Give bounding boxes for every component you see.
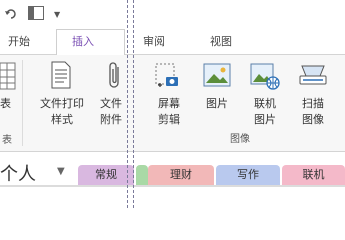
images-group-label: 图像 xyxy=(230,134,250,145)
table-button-label[interactable]: 表 xyxy=(0,96,11,111)
notebook-name[interactable]: 个人 xyxy=(0,160,36,186)
section-tab-online[interactable]: 联机 xyxy=(282,165,345,185)
online-picture-label-1[interactable]: 联机 xyxy=(248,96,282,111)
group-separator xyxy=(22,60,23,146)
divider-guide xyxy=(133,0,134,208)
scan-label-1[interactable]: 扫描 xyxy=(296,96,330,111)
screen-clipping-label-2[interactable]: 剪辑 xyxy=(152,112,186,127)
table-group-label: 表 xyxy=(2,135,12,146)
screen-clipping-label-1[interactable]: 屏幕 xyxy=(152,96,186,111)
section-underline xyxy=(0,185,345,187)
picture-label[interactable]: 图片 xyxy=(202,96,232,111)
ribbon-tab-row xyxy=(0,30,345,55)
section-tab-hidden[interactable] xyxy=(136,165,148,185)
online-picture-label-2[interactable]: 图片 xyxy=(248,112,282,127)
picture-icon[interactable] xyxy=(203,62,231,88)
undo-icon[interactable] xyxy=(4,6,18,20)
paperclip-icon[interactable] xyxy=(108,61,124,89)
customize-qat-icon[interactable]: ▼ xyxy=(54,10,60,19)
tab-home[interactable]: 开始 xyxy=(8,34,30,50)
scanner-icon[interactable] xyxy=(298,62,328,88)
section-tab-finance[interactable]: 理财 xyxy=(148,165,214,185)
table-icon[interactable] xyxy=(0,62,16,90)
divider-guide xyxy=(127,0,128,208)
file-attach-label-1[interactable]: 文件 xyxy=(100,96,130,111)
file-printout-icon[interactable] xyxy=(50,61,72,89)
file-printout-label-2[interactable]: 样式 xyxy=(34,112,90,127)
section-tab-writing[interactable]: 写作 xyxy=(216,165,280,185)
file-attach-label-2[interactable]: 附件 xyxy=(100,112,130,127)
online-picture-icon[interactable] xyxy=(250,62,280,90)
tab-review[interactable]: 审阅 xyxy=(143,34,165,50)
section-tab-general[interactable]: 常规 xyxy=(78,165,134,185)
screen-clipping-icon[interactable] xyxy=(154,61,180,89)
tab-view[interactable]: 视图 xyxy=(210,34,232,50)
dock-icon[interactable] xyxy=(28,6,44,20)
notebook-dropdown-icon[interactable]: ▼ xyxy=(57,166,65,177)
title-bar: ▼ xyxy=(0,0,345,30)
file-printout-label-1[interactable]: 文件打印 xyxy=(34,96,90,111)
tab-insert[interactable]: 插入 xyxy=(72,34,94,50)
scan-label-2[interactable]: 图像 xyxy=(296,112,330,127)
